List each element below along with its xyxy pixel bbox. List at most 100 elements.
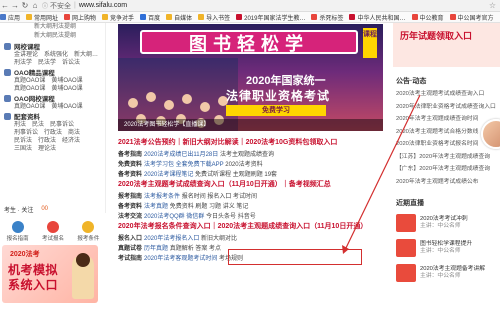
past-papers-title: 历年试题领取入口 bbox=[400, 31, 473, 41]
bookmark-item[interactable]: 应用 bbox=[0, 13, 20, 22]
article-link[interactable]: 历年真题 bbox=[144, 246, 168, 252]
bookmark-item[interactable]: 自媒体 bbox=[166, 13, 192, 22]
sidebar-link[interactable]: 诉讼法 bbox=[62, 59, 80, 67]
sidebar-link[interactable]: 行政法 bbox=[38, 137, 56, 145]
bookmark-item[interactable]: 导入书签 bbox=[198, 13, 230, 22]
quick-link-label: 考试报名 bbox=[41, 235, 64, 242]
bookmark-item[interactable]: 竞争对手 bbox=[102, 13, 134, 22]
quick-links: 报名指南 考试报名 报考条件 bbox=[0, 218, 106, 244]
live-item[interactable]: 图书轻松学课程提升 主讲：中公名师 bbox=[396, 237, 500, 259]
article-link[interactable]: 免费资料 刷题 习题 讲义 笔记 bbox=[170, 204, 249, 210]
bookmark-item[interactable]: 2019年国家法学生教… bbox=[236, 13, 305, 22]
info-icon[interactable]: ⓘ bbox=[42, 1, 48, 10]
article-headline[interactable]: 2021法考公告预约｜新旧大纲对比解读｜2020法考10G资料包领取入口 bbox=[118, 136, 386, 148]
bookmark-item[interactable]: 网上购物 bbox=[64, 13, 96, 22]
article-link[interactable]: 2020年法考客观题考试时间 bbox=[144, 256, 217, 262]
bookmark-item[interactable]: 中华人民共和国… bbox=[349, 13, 406, 22]
notice-item[interactable]: 【广东】2020年法考主观题成绩查询 bbox=[396, 163, 500, 176]
article-link[interactable]: 真题解析 答案 考点 bbox=[170, 246, 221, 252]
sidebar-group-heading[interactable]: 配套资料 bbox=[0, 111, 105, 121]
article-link[interactable]: 法考主观题成绩查询 bbox=[220, 152, 274, 158]
sidebar-link[interactable]: 真题OAO课 bbox=[14, 85, 45, 93]
sidebar-link[interactable]: 商法 bbox=[68, 129, 80, 137]
article-link[interactable]: 2020法考QQ群 微信群 bbox=[144, 214, 204, 220]
notice-item[interactable]: 2020年法考主观题考试成绩公布 bbox=[396, 176, 500, 189]
bookmark-favicon-icon bbox=[0, 14, 6, 20]
bookmark-favicon-icon bbox=[236, 14, 243, 20]
notice-item[interactable]: 【江苏】2020年法考主观题成绩查询 bbox=[396, 151, 500, 164]
article-row: 备考资料 2020法考课程笔记 免费试听课程 主观题刷题 19套 bbox=[118, 168, 386, 178]
sidebar-link[interactable]: 刑事诉讼 bbox=[14, 129, 38, 137]
notice-item[interactable]: 2020年法律职业资格考试成绩查询入口 bbox=[396, 101, 500, 114]
sidebar-link[interactable]: 真题OAO课 bbox=[14, 103, 45, 111]
banner-badge: 课程 bbox=[363, 28, 377, 58]
bookmark-favicon-icon bbox=[26, 14, 33, 20]
sidebar-link[interactable]: 金讲理论 bbox=[14, 51, 38, 59]
article-link[interactable]: 法考报考条件 bbox=[144, 194, 180, 200]
article-headline[interactable]: 2020年法考报名条件查询入口｜2020法考主观题成绩查询入口（11月10日开通… bbox=[118, 220, 386, 232]
bookmark-item[interactable]: 中公教育 bbox=[411, 13, 444, 22]
past-papers-banner[interactable]: 历年试题领取入口 bbox=[393, 23, 500, 67]
live-item[interactable]: 2020法考主观题备考讲解 主讲：中公名师 bbox=[396, 262, 500, 284]
sidebar-link[interactable]: 刑法 bbox=[14, 121, 26, 129]
live-thumbnail bbox=[396, 214, 416, 232]
sidebar-group: 配套资料 刑法 民法 民事诉讼 刑事诉讼 行政法 商法 民诉法 行政法 经济法 三国法 理论法 bbox=[0, 111, 105, 153]
live-item[interactable]: 2020法考考试冲刺 主讲：中公名师 bbox=[396, 212, 500, 234]
quick-link[interactable]: 报名指南 bbox=[7, 220, 29, 242]
sidebar-link[interactable]: 民诉法 bbox=[14, 137, 32, 145]
sidebar-link-row: 刑事诉讼 行政法 商法 bbox=[14, 129, 105, 137]
article-link[interactable]: 报名时间 报名入口 考试时间 bbox=[182, 194, 257, 200]
bookmark-item[interactable]: 常用网址 bbox=[26, 13, 58, 22]
sidebar-group: OAO网校课程 真题OAO课 黄埔OAO课 bbox=[0, 93, 105, 111]
article-link[interactable]: 2020年法考报名入口 bbox=[144, 236, 199, 242]
home-icon[interactable]: ⌂ bbox=[30, 1, 40, 11]
article-headline[interactable]: 2020法考主观题考试成绩查询入口（11月10日开通）｜备考视频汇总 bbox=[118, 178, 386, 190]
back-icon[interactable]: ← bbox=[0, 1, 10, 11]
sidebar-link[interactable]: 理论法 bbox=[38, 145, 56, 153]
article-link[interactable]: 新旧大纲对比 bbox=[201, 236, 237, 242]
sidebar-link[interactable]: 黄埔OAO课 bbox=[51, 77, 82, 85]
bookmark-label: 自媒体 bbox=[174, 15, 193, 22]
bookmark-item[interactable]: 百度 bbox=[140, 13, 160, 22]
sidebar-link[interactable]: 行政法 bbox=[44, 129, 62, 137]
article-link[interactable]: 2020法考成绩已出11月28日 bbox=[144, 152, 218, 158]
quick-link[interactable]: 报考条件 bbox=[77, 220, 99, 242]
sidebar-link-row: 真题OAO课 黄埔OAO课 bbox=[14, 77, 105, 85]
sidebar-link[interactable]: 真题OAO课 bbox=[14, 77, 45, 85]
sidebar-group-heading[interactable]: 网校课程 bbox=[0, 41, 105, 51]
sidebar-link[interactable]: 系统强化 bbox=[44, 51, 68, 59]
sidebar-link[interactable]: 民法 bbox=[32, 121, 44, 129]
sidebar-sub-link[interactable]: 新大纲刑法提纲 bbox=[0, 23, 105, 32]
sidebar-link[interactable]: 民事诉讼 bbox=[50, 121, 74, 129]
sidebar-link[interactable]: 新大纲… bbox=[74, 51, 98, 59]
forward-icon[interactable]: → bbox=[10, 1, 20, 11]
sidebar-link[interactable]: 黄埔OAO课 bbox=[51, 85, 82, 93]
main-banner[interactable]: 图书轻松学 课程 2020年国家统一 法律职业资格考试 免费学习 2020法考图… bbox=[118, 24, 383, 131]
sidebar-sub-link[interactable]: 新大纲民法提纲 bbox=[0, 32, 105, 41]
sidebar-group-heading[interactable]: OAO精品课程 bbox=[0, 67, 105, 77]
article-link[interactable]: 2020法考课程笔记 bbox=[144, 172, 193, 178]
article-link[interactable]: 法考真题 bbox=[144, 204, 168, 210]
url-field[interactable]: ⓘ 不安全 | www.sifalu.com bbox=[42, 1, 127, 11]
sidebar-group-heading[interactable]: OAO网校课程 bbox=[0, 93, 105, 103]
notice-heading: 公告·动态 bbox=[396, 78, 427, 85]
bookmark-item[interactable]: 中公国考官方 bbox=[449, 13, 494, 22]
article-link[interactable]: 今日头条号 抖音号 bbox=[206, 214, 256, 220]
article-row-label: 备考指南 bbox=[118, 151, 143, 158]
sidebar-link[interactable]: 黄埔OAO课 bbox=[51, 103, 82, 111]
notice-item[interactable]: 2020法考主观题考试成绩查询入口 bbox=[396, 88, 500, 101]
article-link[interactable]: 法考学习包 全套免费下载APP bbox=[144, 162, 224, 168]
sidebar-link[interactable]: 三国法 bbox=[14, 145, 32, 153]
sidebar-link[interactable]: 刑法学 bbox=[14, 59, 32, 67]
reload-icon[interactable]: ↻ bbox=[20, 1, 30, 11]
article-link[interactable]: 2020法考资料 bbox=[225, 162, 262, 168]
live-heading: 近期直播 bbox=[396, 200, 424, 207]
sidebar-link[interactable]: 经济法 bbox=[62, 137, 80, 145]
article-link[interactable]: 免费试听课程 主观题刷题 19套 bbox=[195, 172, 277, 178]
left-sidebar: 新大纲刑法提纲 新大纲民法提纲 网校课程 金讲理论 系统强化 新大纲… 刑法学 民法学 诉讼… bbox=[0, 23, 106, 213]
quick-link[interactable]: 考试报名 bbox=[41, 220, 64, 242]
bookmark-star-icon[interactable]: ☆ bbox=[489, 1, 496, 10]
exam-simulation-promo[interactable]: 2020法考 机考模拟 系统入口 bbox=[2, 245, 98, 303]
bookmark-item[interactable]: 杀死标签 bbox=[311, 13, 343, 22]
sidebar-link[interactable]: 民法学 bbox=[38, 59, 56, 67]
